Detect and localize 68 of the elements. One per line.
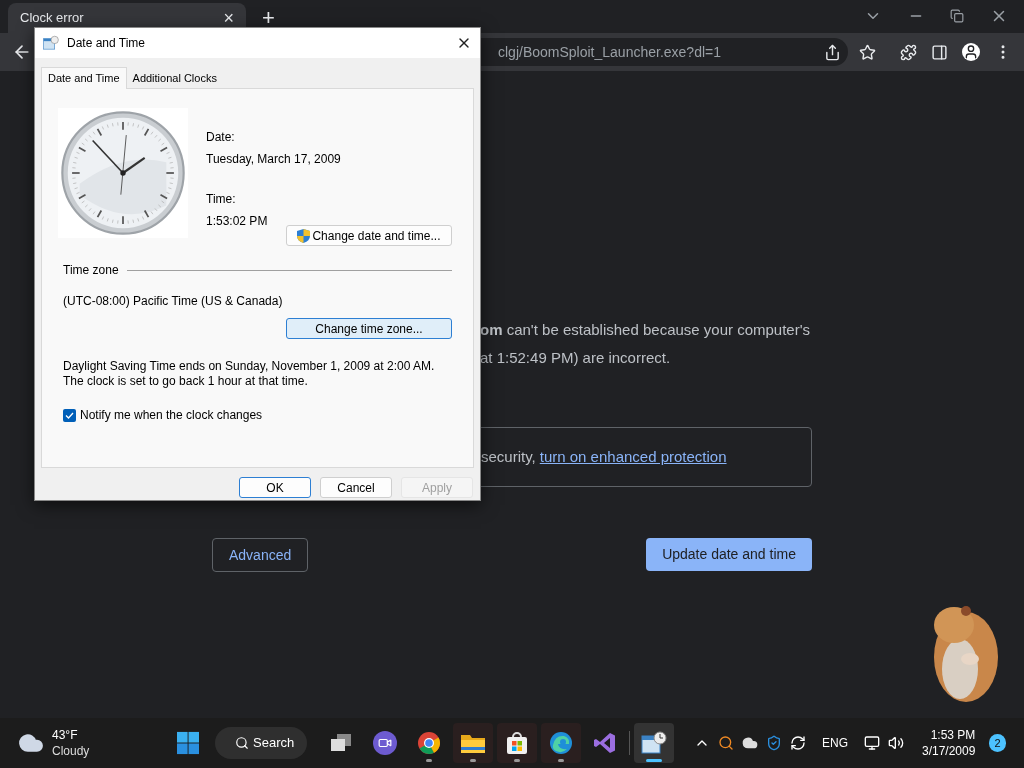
date-value: Tuesday, March 17, 2009 (206, 151, 341, 168)
language-indicator[interactable]: ENG (821, 734, 848, 752)
shield-icon (297, 228, 311, 243)
protection-text: security, (481, 446, 536, 467)
clock-date[interactable]: 3/17/2009 (922, 743, 976, 759)
running-indicator (513, 759, 520, 762)
running-indicator (425, 759, 432, 762)
restore-icon[interactable] (950, 9, 964, 23)
enhanced-protection-link[interactable]: turn on enhanced protection (539, 445, 727, 469)
dialog-button[interactable]: Cancel (320, 477, 392, 498)
window-title: Date and Time (67, 35, 146, 52)
monitor-icon[interactable] (864, 735, 880, 751)
search-icon (235, 736, 249, 750)
sync-icon[interactable] (789, 735, 806, 751)
dialog-tab[interactable]: Date and Time (41, 67, 127, 89)
search-box[interactable]: Search (215, 727, 307, 759)
start-icon[interactable] (176, 731, 199, 755)
bookmark-star-icon[interactable] (859, 43, 876, 61)
update-date-time-button[interactable]: Update date and time (646, 538, 812, 571)
tab-close-button[interactable]: × (223, 9, 234, 27)
error-message-line: at 1:52:49 PM) are incorrect. (480, 349, 672, 367)
speaker-icon[interactable] (888, 735, 904, 751)
address-text: clgj/BoomSploit_Launcher.exe?dl=1 (498, 42, 721, 62)
windows-icon[interactable] (328, 732, 353, 754)
notification-badge[interactable]: 2 (989, 734, 1006, 752)
wave-icon[interactable] (548, 731, 573, 755)
timezone-value: (UTC-08:00) Pacific Time (US & Canada) (63, 293, 284, 310)
group-label: Time zone (63, 262, 119, 279)
tab-title: Clock error (20, 9, 84, 28)
change-time-zone-button[interactable]: Change time zone... (286, 318, 452, 339)
extensions-icon[interactable] (900, 43, 917, 61)
dialog-button[interactable]: OK (239, 477, 311, 498)
share-icon[interactable] (824, 43, 841, 61)
time-value: 1:53:02 PM (206, 213, 269, 230)
running-indicator (557, 759, 564, 762)
running-indicator (469, 759, 476, 762)
weather-temperature: 43°F (52, 727, 79, 743)
side-panel-icon[interactable] (931, 43, 948, 61)
shield-icon[interactable] (765, 735, 782, 751)
taskbar-app[interactable] (540, 723, 581, 763)
shopping-bag-icon[interactable] (504, 731, 529, 755)
calendar-clock-icon[interactable] (640, 731, 667, 755)
profile-icon[interactable] (962, 43, 980, 61)
notify-label: Notify me when the clock changes (80, 407, 263, 424)
clock-time[interactable]: 1:53 PM (930, 727, 976, 743)
weather-condition: Cloudy (52, 743, 90, 759)
time-label: Time: (206, 191, 237, 208)
change-date-time-button[interactable]: Change date and time... (286, 225, 452, 246)
search-label: Search (253, 734, 295, 753)
taskbar-app[interactable] (496, 723, 537, 763)
new-tab-button[interactable]: + (262, 7, 275, 29)
dst-note: Daylight Saving Time ends on Sunday, November 1, 2009 at 2:00 AM. The clock is set to go back 1 hour at that time. (63, 359, 436, 389)
calendar-clock-icon (43, 35, 59, 51)
running-indicator (645, 759, 662, 762)
taskbar-app[interactable] (452, 723, 493, 763)
browser-icon[interactable] (416, 731, 441, 755)
cloud-icon[interactable] (741, 735, 758, 751)
taskbar-app[interactable] (633, 723, 674, 763)
folder-icon[interactable] (459, 732, 486, 754)
error-message-line: om can't be established because your computer's (480, 321, 812, 339)
clock-icon (58, 108, 188, 238)
infinity-icon[interactable] (592, 731, 617, 755)
video-camera-icon[interactable] (372, 731, 397, 755)
advanced-button[interactable]: Advanced (212, 538, 309, 572)
notify-checkbox[interactable] (63, 408, 76, 422)
magnifier-icon[interactable] (717, 735, 734, 751)
date-label: Date: (206, 129, 236, 146)
dialog-tab[interactable]: Additional Clocks (126, 69, 223, 88)
